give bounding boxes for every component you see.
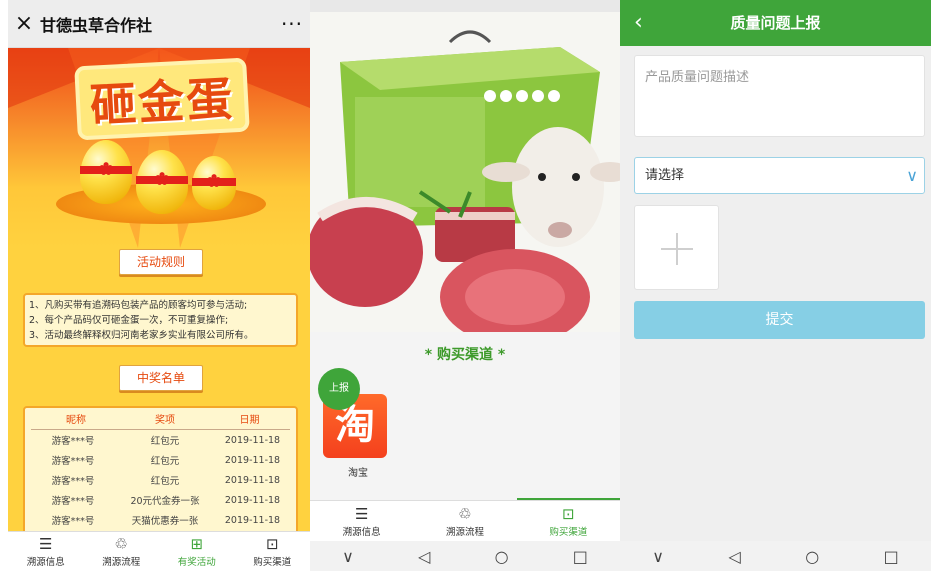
tab-label: 有奖活动 [177, 556, 216, 568]
product-illustration [310, 12, 620, 332]
report-badge[interactable]: 上报 [318, 368, 360, 410]
column-header-date: 日期 [239, 415, 260, 426]
purchase-channel-panel: * 购买渠道 * 淘 上报 淘宝 ☰ 溯源信息 ♲ 溯源流程 ⊡ 购买渠道 ∨ … [310, 0, 620, 571]
column-header-nickname: 昵称 [66, 415, 86, 426]
tab-prize-activity[interactable]: ⊞ 有奖活动 [159, 532, 235, 571]
rule-line: 3、活动最终解释权归河南老家乡实业有限公司所有。 [29, 330, 254, 341]
home-circle-icon[interactable]: ○ [805, 547, 819, 566]
cell-nickname: 游客***号 [51, 476, 95, 487]
home-circle-icon[interactable]: ○ [495, 547, 509, 566]
tab-trace-process[interactable]: ♲ 溯源流程 [84, 532, 160, 571]
status-strip [310, 0, 620, 12]
document-icon: ☰ [39, 534, 53, 553]
bow-icon: ✿ [206, 171, 222, 192]
chevron-down-icon: ∨ [906, 166, 918, 185]
description-placeholder: 产品质量问题描述 [645, 70, 750, 85]
submit-button[interactable]: 提交 [634, 301, 925, 339]
rules-button[interactable]: 活动规则 [119, 249, 203, 275]
plus-icon [676, 233, 678, 265]
cell-nickname: 游客***号 [51, 516, 95, 527]
table-row: 游客***号 20元代金券一张 2019-11-18 [25, 490, 296, 510]
header-bar: 质量问题上报 ‹ [620, 0, 931, 46]
category-select[interactable]: 请选择 ∨ [634, 157, 925, 194]
quality-report-panel: 质量问题上报 ‹ 产品质量问题描述 请选择 ∨ 提交 ∨ ◁ ○ □ [620, 0, 931, 571]
cell-nickname: 游客***号 [51, 456, 95, 467]
golden-egg[interactable]: ✿ [136, 150, 188, 214]
tab-label: 购买渠道 [253, 556, 292, 568]
cell-prize: 红包元 [150, 476, 180, 487]
cell-prize: 红包元 [150, 456, 180, 467]
table-row: 游客***号 红包元 2019-11-18 [25, 430, 296, 450]
tab-purchase-channel[interactable]: ⊡ 购买渠道 [235, 532, 311, 571]
top-bar: × 甘德虫草合作社 ··· [8, 0, 310, 48]
recycle-icon: ♲ [458, 504, 472, 523]
winners-button[interactable]: 中奖名单 [119, 365, 203, 391]
table-header: 昵称 奖项 日期 [31, 408, 290, 430]
cell-prize: 红包元 [150, 436, 180, 447]
cell-nickname: 游客***号 [51, 496, 95, 507]
tab-trace-info[interactable]: ☰ 溯源信息 [8, 532, 84, 571]
rule-line: 2、每个产品码仅可砸金蛋一次，不可重复操作; [29, 315, 229, 326]
recents-square-icon[interactable]: □ [884, 547, 899, 566]
golden-egg[interactable]: ✿ [192, 156, 236, 210]
tab-label: 溯源信息 [342, 526, 381, 538]
cell-prize: 天猫优惠券一张 [131, 516, 199, 527]
more-icon[interactable]: ··· [274, 12, 310, 36]
gift-icon: ⊞ [190, 534, 204, 553]
tab-trace-info[interactable]: ☰ 溯源信息 [310, 501, 413, 542]
system-nav-bar: ∨ ◁ ○ □ [620, 541, 931, 571]
bow-icon: ✿ [154, 169, 170, 190]
basket-icon: ⊡ [265, 534, 279, 553]
tab-label: 溯源流程 [102, 556, 141, 568]
recents-square-icon[interactable]: □ [573, 547, 588, 566]
tab-label: 溯源信息 [26, 556, 65, 568]
tab-purchase-channel[interactable]: ⊡ 购买渠道 [517, 501, 620, 542]
headline-smash-egg: 砸金蛋 [74, 57, 250, 141]
back-icon[interactable]: ‹ [634, 10, 643, 35]
channel-title: * 购买渠道 * [424, 347, 506, 363]
cell-date: 2019-11-18 [224, 434, 281, 446]
column-header-prize: 奖项 [155, 415, 175, 426]
cell-date: 2019-11-18 [224, 494, 281, 506]
tab-trace-process[interactable]: ♲ 溯源流程 [413, 501, 516, 542]
golden-egg[interactable]: ✿ [80, 140, 132, 204]
table-row: 游客***号 红包元 2019-11-18 [25, 450, 296, 470]
back-triangle-icon[interactable]: ◁ [728, 547, 740, 566]
cell-prize: 20元代金券一张 [130, 496, 200, 507]
table-row: 游客***号 红包元 2019-11-18 [25, 470, 296, 490]
taobao-label[interactable]: 淘宝 [310, 464, 406, 479]
back-triangle-icon[interactable]: ◁ [418, 547, 430, 566]
close-icon[interactable]: × [8, 11, 40, 36]
bottom-tab-bar: ☰ 溯源信息 ♲ 溯源流程 ⊡ 购买渠道 [310, 500, 620, 542]
lucky-draw-panel: × 甘德虫草合作社 ··· 砸金蛋 ✿ ✿ ✿ 活动规则 1、凡购买带有追溯码包… [8, 0, 310, 571]
product-photo [310, 12, 620, 332]
bottom-tab-bar: ☰ 溯源信息 ♲ 溯源流程 ⊞ 有奖活动 ⊡ 购买渠道 [8, 531, 310, 571]
basket-icon: ⊡ [562, 504, 575, 523]
cell-date: 2019-11-18 [224, 514, 281, 526]
page-title: 质量问题上报 [730, 14, 821, 32]
bow-icon: ✿ [98, 159, 114, 180]
hero-banner: 砸金蛋 ✿ ✿ ✿ [8, 48, 310, 248]
rule-line: 1、凡购买带有追溯码包装产品的顾客均可参与活动; [29, 300, 248, 311]
recycle-icon: ♲ [114, 534, 128, 553]
image-upload-button[interactable] [634, 205, 719, 290]
table-row: 游客***号 天猫优惠券一张 2019-11-18 [25, 510, 296, 530]
cell-date: 2019-11-18 [224, 474, 281, 486]
winners-table: 昵称 奖项 日期 游客***号 红包元 2019-11-18 游客***号 红包… [23, 406, 298, 536]
chevron-down-icon[interactable]: ∨ [652, 547, 664, 566]
system-nav-bar: ∨ ◁ ○ □ [310, 541, 620, 571]
cell-nickname: 游客***号 [51, 436, 95, 447]
cell-date: 2019-11-18 [224, 454, 281, 466]
tab-label: 购买渠道 [549, 526, 588, 538]
page-title: 甘德虫草合作社 [40, 15, 153, 35]
tab-label: 溯源流程 [445, 526, 484, 538]
document-icon: ☰ [354, 504, 369, 523]
rules-box: 1、凡购买带有追溯码包装产品的顾客均可参与活动; 2、每个产品码仅可砸金蛋一次，… [23, 293, 298, 347]
select-value: 请选择 [645, 168, 685, 183]
description-textarea[interactable]: 产品质量问题描述 [634, 55, 925, 137]
chevron-down-icon[interactable]: ∨ [342, 547, 354, 566]
